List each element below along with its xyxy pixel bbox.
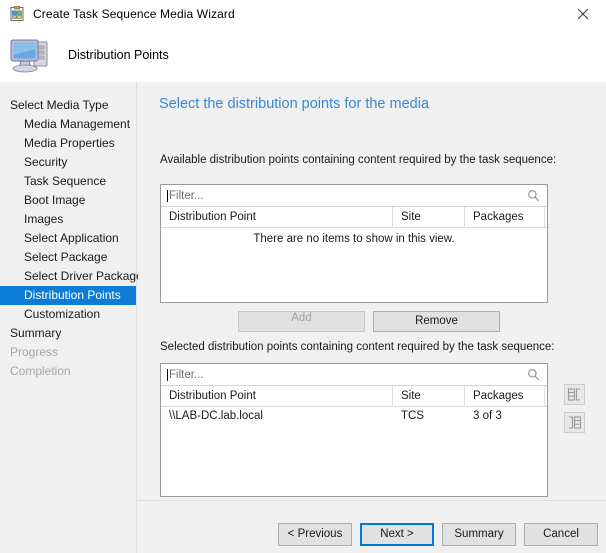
sidebar-item-select-application[interactable]: Select Application <box>0 229 136 248</box>
search-icon[interactable] <box>527 189 540 202</box>
cancel-button[interactable]: Cancel <box>524 523 598 546</box>
sidebar-item-summary[interactable]: Summary <box>0 324 136 343</box>
text-caret <box>167 189 168 202</box>
wizard-header: Distribution Points <box>0 28 606 82</box>
sidebar-item-media-properties[interactable]: Media Properties <box>0 134 136 153</box>
column-header-distribution-point[interactable]: Distribution Point <box>161 206 393 228</box>
task-sequence-wizard-icon <box>9 6 25 22</box>
available-grid-header: Distribution Point Site Packages <box>161 206 547 228</box>
add-button: Add <box>238 311 365 332</box>
sidebar-item-images[interactable]: Images <box>0 210 136 229</box>
wizard-step-list: Select Media Type Media Management Media… <box>0 82 143 553</box>
next-button[interactable]: Next > <box>360 523 434 546</box>
sidebar-item-security[interactable]: Security <box>0 153 136 172</box>
column-header-site[interactable]: Site <box>393 385 465 407</box>
window-title: Create Task Sequence Media Wizard <box>33 7 235 21</box>
summary-button[interactable]: Summary <box>442 523 516 546</box>
selected-dp-listbox[interactable]: Filter... Distribution Point Site Packag… <box>160 363 548 497</box>
header-title: Distribution Points <box>68 48 169 62</box>
empty-state-message: There are no items to show in this view. <box>253 233 455 245</box>
text-caret <box>167 368 168 381</box>
move-content-left-icon[interactable] <box>564 412 585 433</box>
sidebar-item-boot-image[interactable]: Boot Image <box>0 191 136 210</box>
sidebar-item-select-media-type[interactable]: Select Media Type <box>0 96 136 115</box>
sidebar-item-media-management[interactable]: Media Management <box>0 115 136 134</box>
available-dp-label: Available distribution points containing… <box>160 154 557 166</box>
title-bar: Create Task Sequence Media Wizard <box>0 0 606 28</box>
sidebar-item-task-sequence[interactable]: Task Sequence <box>0 172 136 191</box>
cell-packages: 3 of 3 <box>473 410 502 422</box>
wizard-footer: < Previous Next > Summary Cancel <box>138 500 606 553</box>
selected-filter-row[interactable]: Filter... <box>161 364 547 386</box>
sidebar-item-distribution-points[interactable]: Distribution Points <box>0 286 136 305</box>
available-filter-row[interactable]: Filter... <box>161 185 547 207</box>
available-dp-listbox[interactable]: Filter... Distribution Point Site Packag… <box>160 184 548 303</box>
cell-site: TCS <box>401 410 424 422</box>
column-header-packages[interactable]: Packages <box>465 206 545 228</box>
search-icon[interactable] <box>527 368 540 381</box>
sidebar-item-completion: Completion <box>10 364 71 378</box>
available-grid-body: There are no items to show in this view. <box>161 228 547 245</box>
sidebar-item-select-driver-package[interactable]: Select Driver Package <box>0 267 143 286</box>
column-header-distribution-point[interactable]: Distribution Point <box>161 385 393 407</box>
close-icon[interactable] <box>560 0 606 28</box>
page-content: Select the distribution points for the m… <box>138 82 606 500</box>
cell-distribution-point: \\LAB-DC.lab.local <box>169 410 263 422</box>
column-header-site[interactable]: Site <box>393 206 465 228</box>
wizard-window: Create Task Sequence Media Wizard Distri… <box>0 0 606 553</box>
selected-grid-header: Distribution Point Site Packages <box>161 385 547 407</box>
sidebar-item-progress: Progress <box>10 345 59 359</box>
available-filter-input[interactable]: Filter... <box>169 190 527 202</box>
table-row[interactable]: \\LAB-DC.lab.local TCS 3 of 3 <box>161 407 547 425</box>
sidebar-item-customization[interactable]: Customization <box>0 305 136 324</box>
selected-grid-body: \\LAB-DC.lab.local TCS 3 of 3 <box>161 407 547 425</box>
selected-dp-label: Selected distribution points containing … <box>160 341 555 353</box>
computer-icon <box>8 34 54 76</box>
move-content-right-icon[interactable] <box>564 384 585 405</box>
remove-button[interactable]: Remove <box>373 311 500 332</box>
page-title: Select the distribution points for the m… <box>159 96 430 112</box>
column-header-packages[interactable]: Packages <box>465 385 545 407</box>
previous-button[interactable]: < Previous <box>278 523 352 546</box>
selected-filter-input[interactable]: Filter... <box>169 369 527 381</box>
sidebar-item-select-package[interactable]: Select Package <box>0 248 136 267</box>
